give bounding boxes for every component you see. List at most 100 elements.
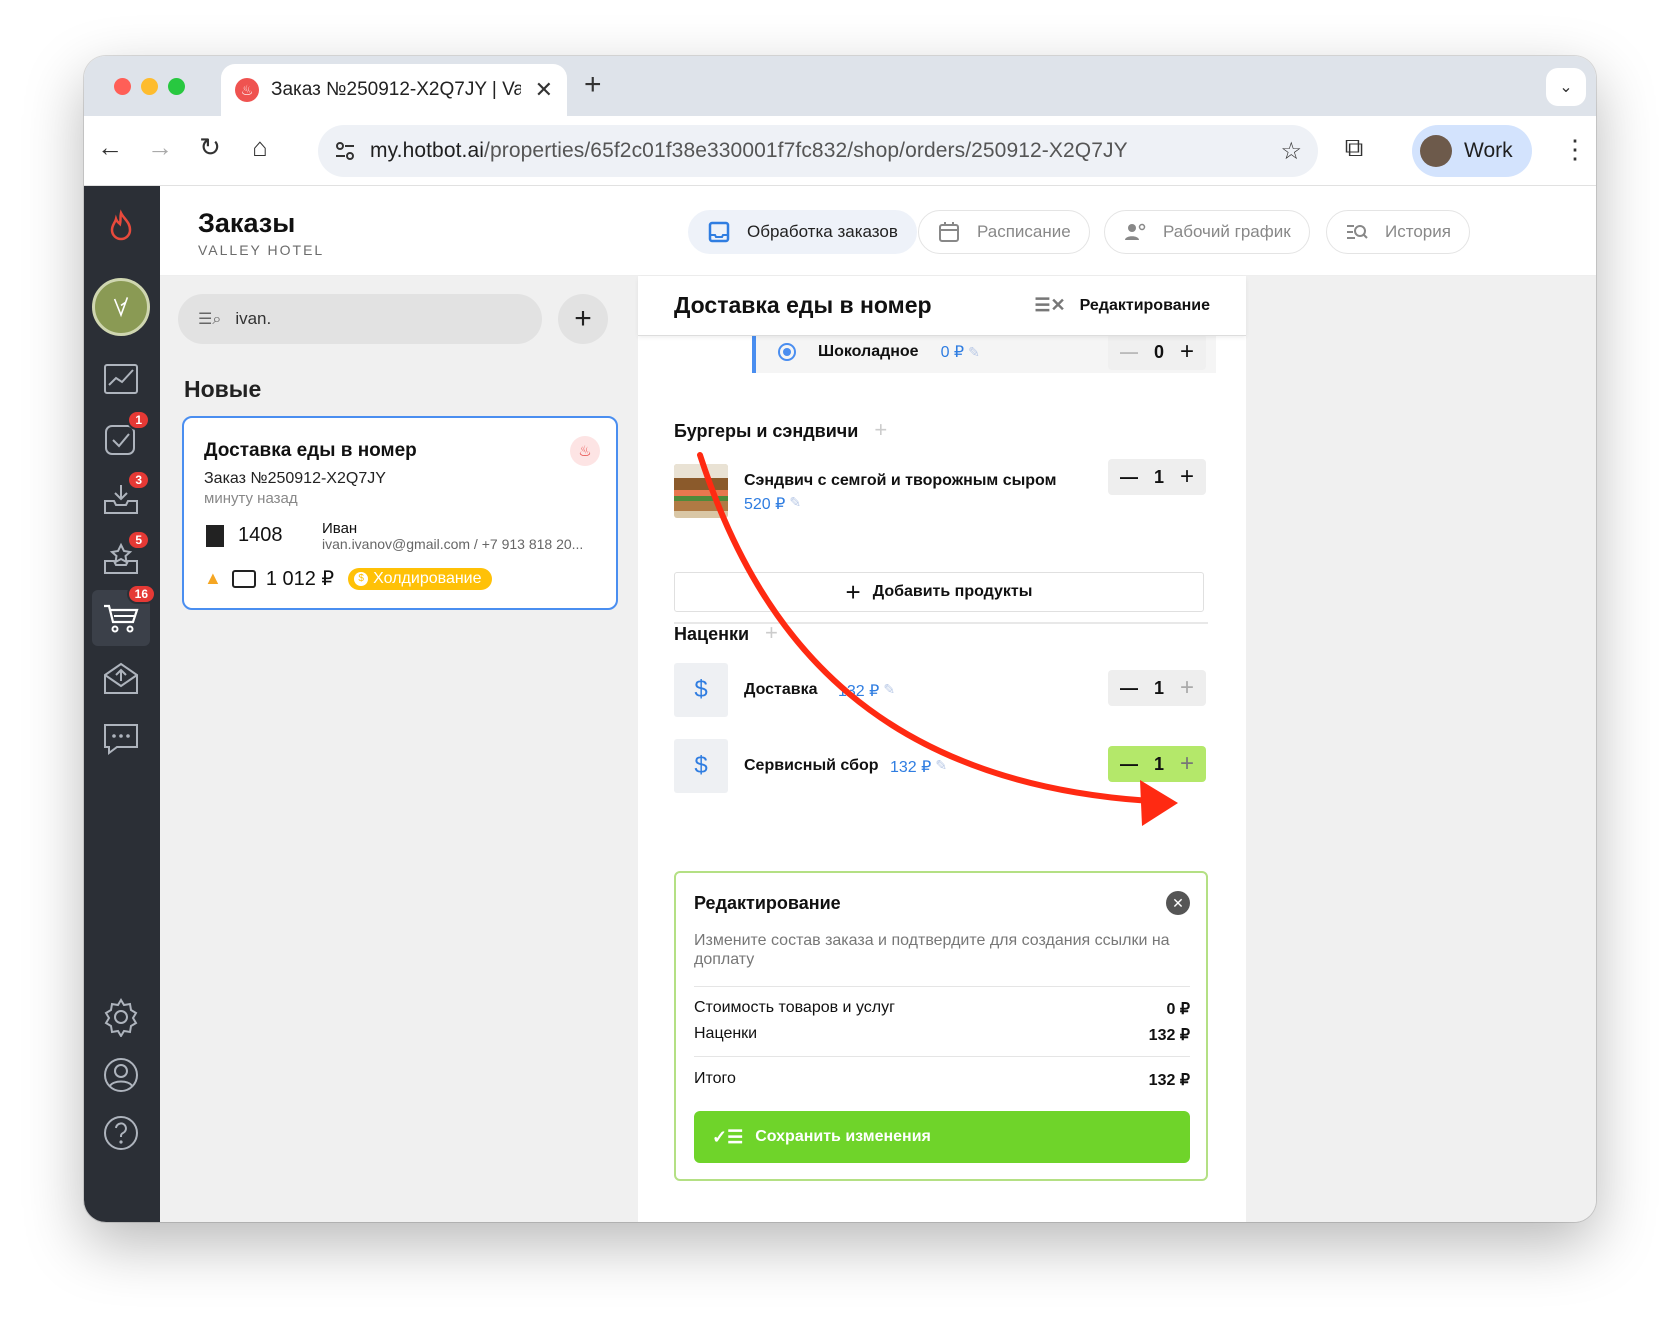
new-tab-icon[interactable]: + <box>584 68 602 102</box>
plus-icon[interactable]: + <box>1180 750 1194 778</box>
guest-contact: ivan.ivanov@gmail.com / +7 913 818 20... <box>322 536 584 552</box>
markup-price-row: 132 ₽ ✎ <box>838 681 895 701</box>
tab-schedule[interactable]: Расписание <box>918 210 1090 254</box>
plus-icon[interactable]: + <box>1180 674 1194 702</box>
order-card[interactable]: Доставка еды в номер ♨ Заказ №250912-X2Q… <box>182 416 618 610</box>
summary-row-markups: Наценки 132 ₽ <box>694 1025 1190 1045</box>
option-price[interactable]: 0 ₽ <box>941 342 965 362</box>
pencil-icon[interactable]: ✎ <box>968 344 980 361</box>
chat-icon[interactable] <box>98 716 144 762</box>
product-price-row: 520 ₽ ✎ <box>744 494 801 514</box>
property-avatar[interactable] <box>92 278 150 336</box>
back-icon[interactable]: ← <box>92 132 128 163</box>
edit-label: Редактирование <box>1079 296 1210 314</box>
add-order-button[interactable]: + <box>558 294 608 344</box>
product-name: Сэндвич с семгой и творожным сыром <box>744 472 1057 489</box>
radio-selected[interactable] <box>778 343 796 361</box>
bookmark-star-icon[interactable]: ☆ <box>1280 137 1302 166</box>
close-tab-icon[interactable]: ✕ <box>535 77 553 103</box>
quantity-value: 1 <box>1153 677 1164 698</box>
close-icon[interactable]: ✕ <box>1166 891 1190 915</box>
reviews-star-icon[interactable]: 5 <box>98 530 150 582</box>
markup-price[interactable]: 132 ₽ <box>838 681 879 701</box>
quantity-value: 0 <box>1153 341 1164 362</box>
address-bar[interactable]: my.hotbot.ai/properties/65f2c01f38e33000… <box>318 125 1318 177</box>
section-burgers: Бургеры и сэндвичи + <box>674 417 887 443</box>
site-settings-icon[interactable] <box>334 140 356 162</box>
option-name: Шоколадное <box>818 343 919 360</box>
url-host: my.hotbot.ai <box>370 139 485 162</box>
tab-order-processing[interactable]: Обработка заказов <box>688 210 917 254</box>
app-sidebar: 1 3 5 16 <box>84 186 160 1222</box>
add-markup-icon[interactable]: + <box>765 620 778 645</box>
minus-icon[interactable]: — <box>1120 342 1138 363</box>
add-item-icon[interactable]: + <box>874 417 887 442</box>
profile-button[interactable]: Work <box>1412 125 1532 177</box>
browser-tab[interactable]: ♨ Заказ №250912-X2Q7JY | Va ✕ <box>221 64 567 116</box>
checklist-icon: ✓☰ <box>712 1126 744 1147</box>
product-price[interactable]: 520 ₽ <box>744 494 785 514</box>
minimize-window-button[interactable] <box>141 78 158 95</box>
quantity-stepper[interactable]: — 1 + <box>1108 459 1206 495</box>
pencil-icon[interactable]: ✎ <box>883 681 895 701</box>
markup-price-row: 132 ₽ ✎ <box>890 757 947 777</box>
close-window-button[interactable] <box>114 78 131 95</box>
summary-value: 132 ₽ <box>1148 1027 1190 1044</box>
quantity-stepper[interactable]: — 1 + <box>1108 746 1206 782</box>
hotbot-logo-icon[interactable] <box>98 204 144 250</box>
minus-icon[interactable]: — <box>1120 754 1138 775</box>
room-number: 1408 <box>206 524 283 547</box>
edit-mode-button[interactable]: ☰✕ Редактирование <box>1034 295 1210 316</box>
pencil-icon[interactable]: ✎ <box>935 757 947 777</box>
coin-icon: $ <box>354 571 369 586</box>
order-detail-header: Доставка еды в номер ☰✕ Редактирование <box>638 276 1246 336</box>
analytics-icon[interactable] <box>98 356 144 402</box>
browser-menu-icon[interactable]: ⋮ <box>1562 134 1588 165</box>
tab-history[interactable]: История <box>1326 210 1470 254</box>
plus-icon[interactable]: + <box>1180 338 1194 366</box>
search-input[interactable]: ☰⌕ ivan. <box>178 294 542 344</box>
inbox-badge: 3 <box>127 470 150 490</box>
reload-icon[interactable]: ↻ <box>192 132 228 163</box>
user-profile-icon[interactable] <box>98 1052 144 1098</box>
pencil-icon[interactable]: ✎ <box>789 494 801 514</box>
order-number: Заказ №250912-X2Q7JY <box>204 470 386 487</box>
divider <box>694 986 1190 987</box>
list-edit-icon: ☰✕ <box>1034 295 1066 315</box>
tab-title: Заказ №250912-X2Q7JY | Va <box>271 79 521 100</box>
summary-label: Итого <box>694 1070 736 1087</box>
markup-price[interactable]: 132 ₽ <box>890 757 931 777</box>
minus-icon[interactable]: — <box>1120 678 1138 699</box>
page-subtitle: VALLEY HOTEL <box>198 242 325 258</box>
summary-row-goods: Стоимость товаров и услуг 0 ₽ <box>694 999 1190 1019</box>
tab-work-schedule[interactable]: Рабочий график <box>1104 210 1310 254</box>
tab-search-chevron-icon[interactable]: ⌄ <box>1546 68 1586 106</box>
forward-icon[interactable]: → <box>142 132 178 163</box>
tasks-icon[interactable]: 1 <box>98 410 150 462</box>
section-title: Новые <box>184 376 262 402</box>
settings-gear-icon[interactable] <box>98 994 144 1040</box>
shop-badge: 16 <box>126 584 156 604</box>
url-text: my.hotbot.ai/properties/65f2c01f38e33000… <box>370 139 1128 163</box>
summary-label: Наценки <box>694 1025 758 1042</box>
urgent-flame-icon: ♨ <box>570 436 600 466</box>
quantity-stepper[interactable]: — 1 + <box>1108 670 1206 706</box>
plus-icon[interactable]: + <box>1180 463 1194 491</box>
extensions-icon[interactable]: ⧉ <box>1336 132 1372 164</box>
edit-panel: Редактирование ✕ Измените состав заказа … <box>674 871 1208 1181</box>
inbox-download-icon[interactable]: 3 <box>98 470 150 522</box>
tab-label: История <box>1385 222 1451 241</box>
add-products-button[interactable]: + Добавить продукты <box>674 572 1204 612</box>
guest-name: Иван <box>322 520 358 537</box>
order-card-title: Доставка еды в номер <box>204 440 417 461</box>
home-icon[interactable]: ⌂ <box>242 132 278 163</box>
quantity-stepper[interactable]: — 0 + <box>1108 334 1206 370</box>
divider <box>694 1056 1190 1057</box>
zoom-window-button[interactable] <box>168 78 185 95</box>
minus-icon[interactable]: — <box>1120 467 1138 488</box>
order-amount: 1 012 ₽ <box>265 568 335 590</box>
help-icon[interactable] <box>98 1110 144 1156</box>
shop-cart-icon[interactable]: 16 <box>92 584 156 646</box>
outbox-mail-icon[interactable] <box>98 656 144 702</box>
save-changes-button[interactable]: ✓☰ Сохранить изменения <box>694 1111 1190 1163</box>
